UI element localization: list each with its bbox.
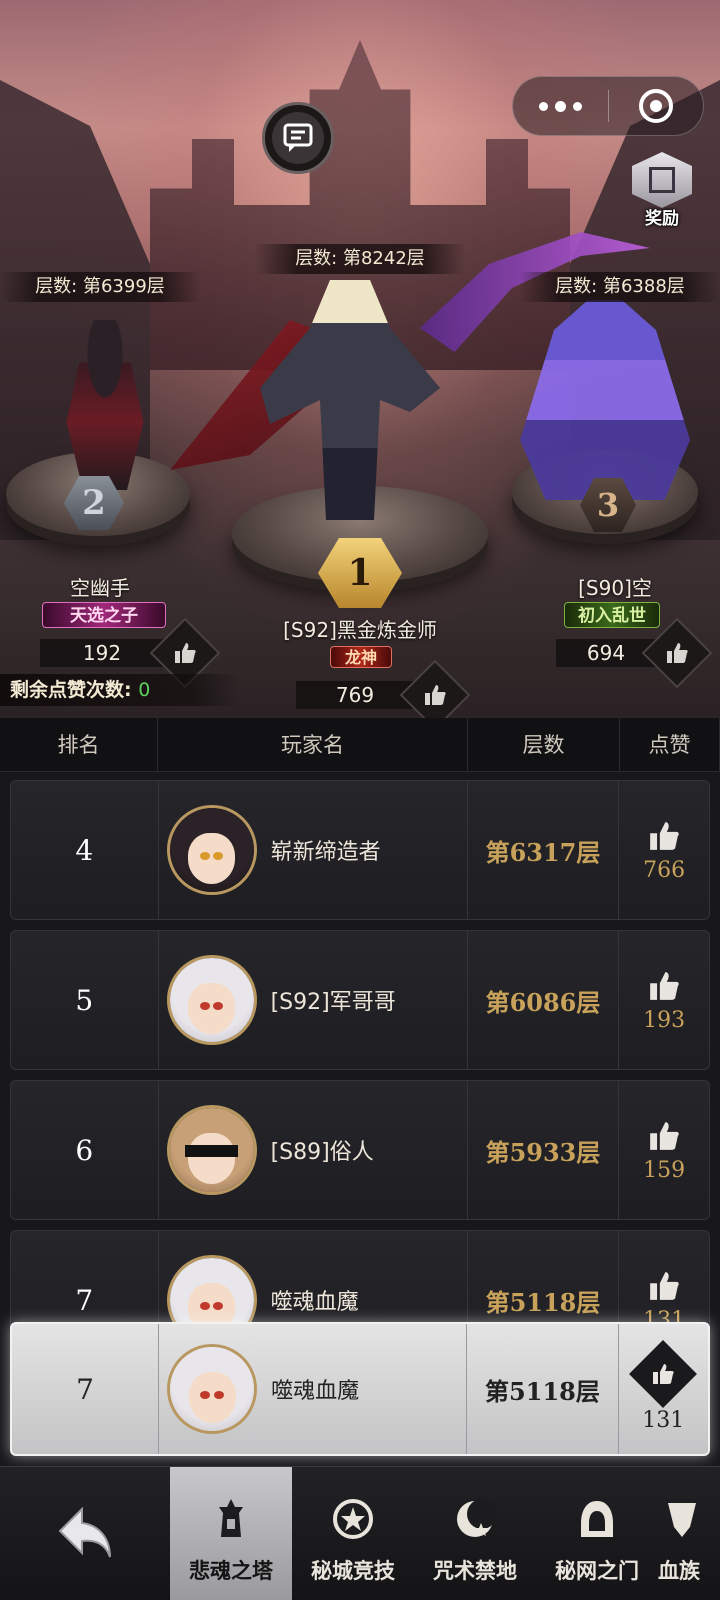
tab-tower[interactable]: 悲魂之塔: [170, 1467, 292, 1600]
second-player-title: 天选之子: [42, 602, 166, 628]
first-like-box: 769: [296, 659, 471, 718]
row-like[interactable]: 159: [619, 1081, 709, 1219]
third-player-title: 初入乱世: [564, 602, 660, 628]
third-player-name: [S90]空: [578, 576, 652, 600]
tab-arena[interactable]: 秘城竞技: [292, 1467, 414, 1600]
thumbs-up-icon: [175, 643, 196, 663]
row-like-count: 193: [643, 1007, 686, 1033]
more-dot-icon: [572, 101, 582, 111]
more-options-button[interactable]: [513, 77, 608, 135]
row-like[interactable]: 193: [619, 931, 709, 1069]
row-player-name: [S89]俗人: [270, 1140, 374, 1165]
tab-label: 秘网之门: [555, 1559, 639, 1583]
remaining-likes-label: 剩余点赞次数:: [10, 679, 132, 701]
first-player-name: [S92]黑金炼金师: [283, 618, 437, 642]
second-like-box: 192: [40, 617, 221, 689]
row-floor: 第6086层: [468, 931, 620, 1069]
tower-icon: [207, 1495, 255, 1543]
table-row[interactable]: 6 [S89]俗人 第5933层 159: [10, 1080, 710, 1220]
my-floor: 第5118层: [467, 1324, 619, 1454]
table-row[interactable]: 5 [S92]军哥哥 第6086层 193: [10, 930, 710, 1070]
header-like: 点赞: [620, 718, 720, 772]
row-rank: 5: [11, 931, 159, 1069]
gift-icon: [632, 152, 692, 208]
remaining-likes-value: 0: [138, 679, 151, 701]
tab-secret-gate[interactable]: 秘网之门: [536, 1467, 658, 1600]
thumbs-up-icon: [667, 643, 688, 663]
fang-icon: [658, 1495, 706, 1543]
hooded-figure-icon: [573, 1495, 621, 1543]
row-floor: 第5933层: [468, 1081, 620, 1219]
avatar[interactable]: [166, 805, 257, 895]
second-like-count: 192: [40, 639, 164, 667]
target-circle-icon: [638, 89, 673, 123]
thumbs-up-icon: [653, 1363, 674, 1384]
first-like-count: 769: [296, 681, 414, 709]
thumbs-up-icon: [650, 971, 679, 1000]
arena-star-icon: [329, 1495, 377, 1543]
row-rank: 4: [11, 781, 159, 919]
like-self-button[interactable]: [629, 1339, 698, 1408]
row-player-name: [S92]军哥哥: [270, 990, 396, 1015]
header-floor: 层数: [468, 718, 620, 772]
row-floor: 第6317层: [468, 781, 620, 919]
avatar[interactable]: [166, 1105, 257, 1195]
reward-button[interactable]: 奖励: [624, 152, 700, 236]
second-floor-label: 层数: 第6399层: [0, 272, 200, 302]
back-arrow-icon: [58, 1506, 111, 1558]
my-player: 噬魂血魔: [159, 1324, 468, 1454]
row-like-count: 159: [643, 1157, 686, 1183]
podium-scene: 2 1 3 层数: 第6399层 层数: 第8242层 层数: 第6388层 奖…: [0, 0, 720, 718]
my-like[interactable]: 131: [619, 1324, 708, 1454]
header-rank: 排名: [0, 718, 158, 772]
thumbs-up-icon: [425, 685, 446, 705]
first-player-title: 龙神: [330, 646, 392, 668]
my-like-count: 131: [642, 1407, 685, 1433]
first-floor-label: 层数: 第8242层: [255, 244, 465, 274]
thumbs-up-icon: [650, 1271, 679, 1300]
tab-label: 咒术禁地: [433, 1559, 517, 1583]
close-miniprogram-button[interactable]: [608, 77, 703, 135]
chat-button[interactable]: [262, 102, 334, 174]
miniprogram-capsule: [512, 76, 704, 136]
my-rank-row[interactable]: 7 噬魂血魔 第5118层 131: [10, 1322, 710, 1456]
row-player-name: 噬魂血魔: [270, 1290, 359, 1315]
bottom-nav: 悲魂之塔 秘城竞技 咒术禁地 秘网之门 血族: [0, 1466, 720, 1600]
table-row[interactable]: 4 崭新缔造者 第6317层 766: [10, 780, 710, 920]
more-dot-icon: [538, 101, 548, 111]
thumbs-up-icon: [650, 1121, 679, 1150]
row-like-count: 766: [643, 857, 686, 883]
row-rank: 6: [11, 1081, 159, 1219]
back-button[interactable]: [0, 1467, 170, 1600]
my-player-name: 噬魂血魔: [271, 1379, 360, 1404]
avatar[interactable]: [167, 1344, 258, 1434]
more-dot-icon: [554, 100, 566, 112]
row-player-name: 崭新缔造者: [270, 840, 381, 865]
like-first-button[interactable]: [399, 659, 471, 718]
thumbs-up-icon: [650, 821, 679, 850]
my-rank: 7: [12, 1324, 160, 1454]
tab-blood-clan[interactable]: 血族: [658, 1467, 714, 1600]
third-like-box: 694: [556, 617, 713, 689]
tab-label: 悲魂之塔: [189, 1559, 273, 1583]
crescent-moon-icon: [451, 1495, 499, 1543]
row-like[interactable]: 766: [619, 781, 709, 919]
like-third-button[interactable]: [641, 617, 713, 689]
third-floor-label: 层数: 第6388层: [520, 272, 720, 302]
remaining-likes: 剩余点赞次数: 0: [0, 674, 240, 706]
row-player: 崭新缔造者: [159, 781, 468, 919]
header-player: 玩家名: [158, 718, 468, 772]
ranking-table-header: 排名 玩家名 层数 点赞: [0, 718, 720, 772]
row-player: [S89]俗人: [159, 1081, 468, 1219]
tab-label: 血族: [658, 1559, 700, 1583]
tab-label: 秘城竞技: [311, 1559, 395, 1583]
second-player-name: 空幽手: [70, 576, 130, 600]
avatar[interactable]: [166, 955, 257, 1045]
row-player: [S92]军哥哥: [159, 931, 468, 1069]
chat-bubble-icon: [283, 123, 313, 152]
tab-forbidden-land[interactable]: 咒术禁地: [414, 1467, 536, 1600]
